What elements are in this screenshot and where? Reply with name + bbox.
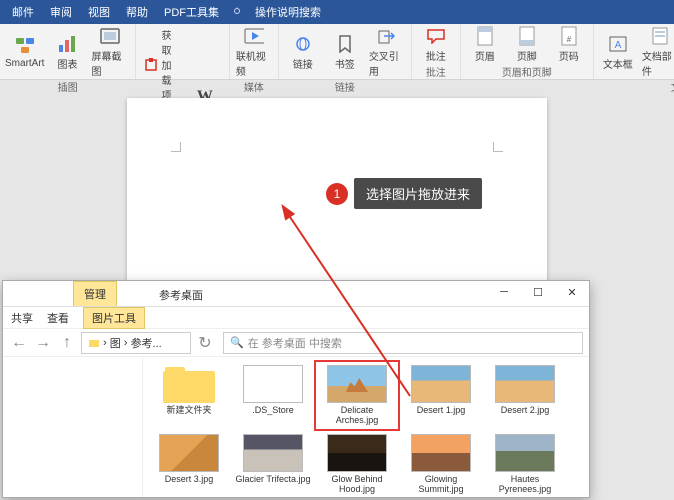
group-label: 页眉和页脚 — [502, 63, 552, 79]
file-item[interactable]: Glowing Summit.jpg — [401, 432, 481, 497]
group-header-footer: 页眉 页脚 #页码 页眉和页脚 — [461, 24, 594, 79]
explorer-sidebar[interactable] — [3, 357, 143, 497]
cross-reference-button[interactable]: 交叉引用 — [369, 26, 405, 78]
minimize-button[interactable]: ─ — [487, 281, 521, 303]
tab-share[interactable]: 共享 — [11, 310, 33, 326]
tell-me-search[interactable]: 操作说明搜索 — [231, 4, 329, 20]
footer-button[interactable]: 页脚 — [509, 26, 545, 63]
file-name: Glacier Trifecta.jpg — [235, 475, 310, 485]
file-item[interactable]: Desert 1.jpg — [401, 363, 481, 428]
margin-corner — [493, 142, 503, 152]
file-name: Desert 2.jpg — [501, 406, 550, 416]
image-thumbnail — [243, 434, 303, 472]
file-name: 新建文件夹 — [166, 406, 211, 416]
image-thumbnail — [495, 365, 555, 403]
image-thumbnail — [327, 365, 387, 403]
folder-icon — [163, 365, 215, 403]
margin-corner — [171, 142, 181, 152]
file-name: Glow Behind Hood.jpg — [319, 475, 395, 495]
refresh-button[interactable]: ↻ — [195, 333, 215, 353]
link-button[interactable]: 链接 — [285, 26, 321, 78]
file-name: .DS_Store — [252, 406, 294, 416]
page-number-button[interactable]: #页码 — [551, 26, 587, 63]
maximize-button[interactable]: ☐ — [521, 281, 555, 303]
group-text: A文本框 文档部件 A艺术字 A首字下沉 文本 — [594, 24, 674, 79]
file-name: Glowing Summit.jpg — [403, 475, 479, 495]
up-button[interactable]: ↑ — [57, 333, 77, 353]
tab-pdf[interactable]: PDF工具集 — [156, 4, 227, 20]
ribbon: SmartArt 图表 屏幕截图 插图 获取加载项 我的加载项 WWikiped… — [0, 24, 674, 80]
image-thumbnail — [411, 434, 471, 472]
image-thumbnail — [243, 365, 303, 403]
file-name: Hautes Pyrenees.jpg — [487, 475, 563, 495]
screenshot-button[interactable]: 屏幕截图 — [91, 26, 129, 78]
file-item[interactable]: Desert 2.jpg — [485, 363, 565, 428]
breadcrumb[interactable]: › 图 › 参考... — [81, 332, 191, 354]
group-label: 批注 — [426, 63, 446, 79]
tab-manage[interactable]: 管理 — [73, 281, 117, 306]
tab-picture-tools[interactable]: 图片工具 — [83, 307, 145, 329]
online-video-button[interactable]: 联机视频 — [236, 26, 272, 78]
group-media: 联机视频 媒体 — [230, 24, 279, 79]
textbox-button[interactable]: A文本框 — [600, 26, 636, 78]
callout-text: 选择图片拖放进来 — [354, 178, 482, 209]
file-item[interactable]: 新建文件夹 — [149, 363, 229, 428]
file-name: Desert 3.jpg — [165, 475, 214, 485]
group-addins: 获取加载项 我的加载项 WWikipedia 加载项 — [136, 24, 229, 79]
explorer-nav-bar: ← → ↑ › 图 › 参考... ↻ 🔍 在 参考桌面 中搜索 — [3, 329, 589, 357]
file-item[interactable]: .DS_Store — [233, 363, 313, 428]
group-links: 链接 书签 交叉引用 链接 — [279, 24, 412, 79]
file-item[interactable]: Hautes Pyrenees.jpg — [485, 432, 565, 497]
group-illustrations: SmartArt 图表 屏幕截图 插图 — [0, 24, 136, 79]
image-thumbnail — [411, 365, 471, 403]
svg-text:#: # — [567, 35, 572, 44]
window-title: 参考桌面 — [159, 287, 203, 303]
tab-view[interactable]: 视图 — [80, 4, 118, 20]
file-item[interactable]: Delicate Arches.jpg — [317, 363, 397, 428]
word-tab-bar: 邮件 审阅 视图 帮助 PDF工具集 操作说明搜索 — [0, 0, 674, 24]
file-name: Desert 1.jpg — [417, 406, 466, 416]
image-thumbnail — [159, 434, 219, 472]
file-grid: 新建文件夹 .DS_Store Delicate Arches.jpg Desert … — [143, 357, 589, 497]
forward-button[interactable]: → — [33, 333, 53, 353]
file-item[interactable]: Glow Behind Hood.jpg — [317, 432, 397, 497]
file-item[interactable]: Glacier Trifecta.jpg — [233, 432, 313, 497]
bookmark-button[interactable]: 书签 — [327, 26, 363, 78]
file-name: Delicate Arches.jpg — [319, 406, 395, 426]
file-item[interactable]: Desert 3.jpg — [149, 432, 229, 497]
smartart-button[interactable]: SmartArt — [6, 26, 43, 78]
tab-view[interactable]: 查看 — [47, 310, 69, 326]
group-comments: 批注 批注 — [412, 24, 461, 79]
explorer-tabs-row: 共享 查看 图片工具 — [3, 307, 589, 329]
search-icon: 🔍 — [230, 336, 244, 349]
image-thumbnail — [327, 434, 387, 472]
explorer-search[interactable]: 🔍 在 参考桌面 中搜索 — [223, 332, 583, 354]
step-badge: 1 — [326, 183, 348, 205]
tab-help[interactable]: 帮助 — [118, 4, 156, 20]
annotation-callout: 1 选择图片拖放进来 — [326, 178, 482, 209]
close-button[interactable]: ✕ — [555, 281, 589, 303]
file-explorer-window: 管理 参考桌面 ─ ☐ ✕ 共享 查看 图片工具 ← → ↑ › 图 › 参考.… — [2, 280, 590, 498]
chart-button[interactable]: 图表 — [49, 26, 85, 78]
tab-review[interactable]: 审阅 — [42, 4, 80, 20]
back-button[interactable]: ← — [9, 333, 29, 353]
image-thumbnail — [495, 434, 555, 472]
comment-button[interactable]: 批注 — [418, 26, 454, 63]
svg-text:A: A — [614, 40, 621, 51]
tab-mail[interactable]: 邮件 — [4, 4, 42, 20]
header-button[interactable]: 页眉 — [467, 26, 503, 63]
explorer-ribbon-tabs: 管理 参考桌面 ─ ☐ ✕ — [3, 281, 589, 307]
folder-icon — [88, 337, 100, 349]
quick-parts-button[interactable]: 文档部件 — [642, 26, 674, 78]
